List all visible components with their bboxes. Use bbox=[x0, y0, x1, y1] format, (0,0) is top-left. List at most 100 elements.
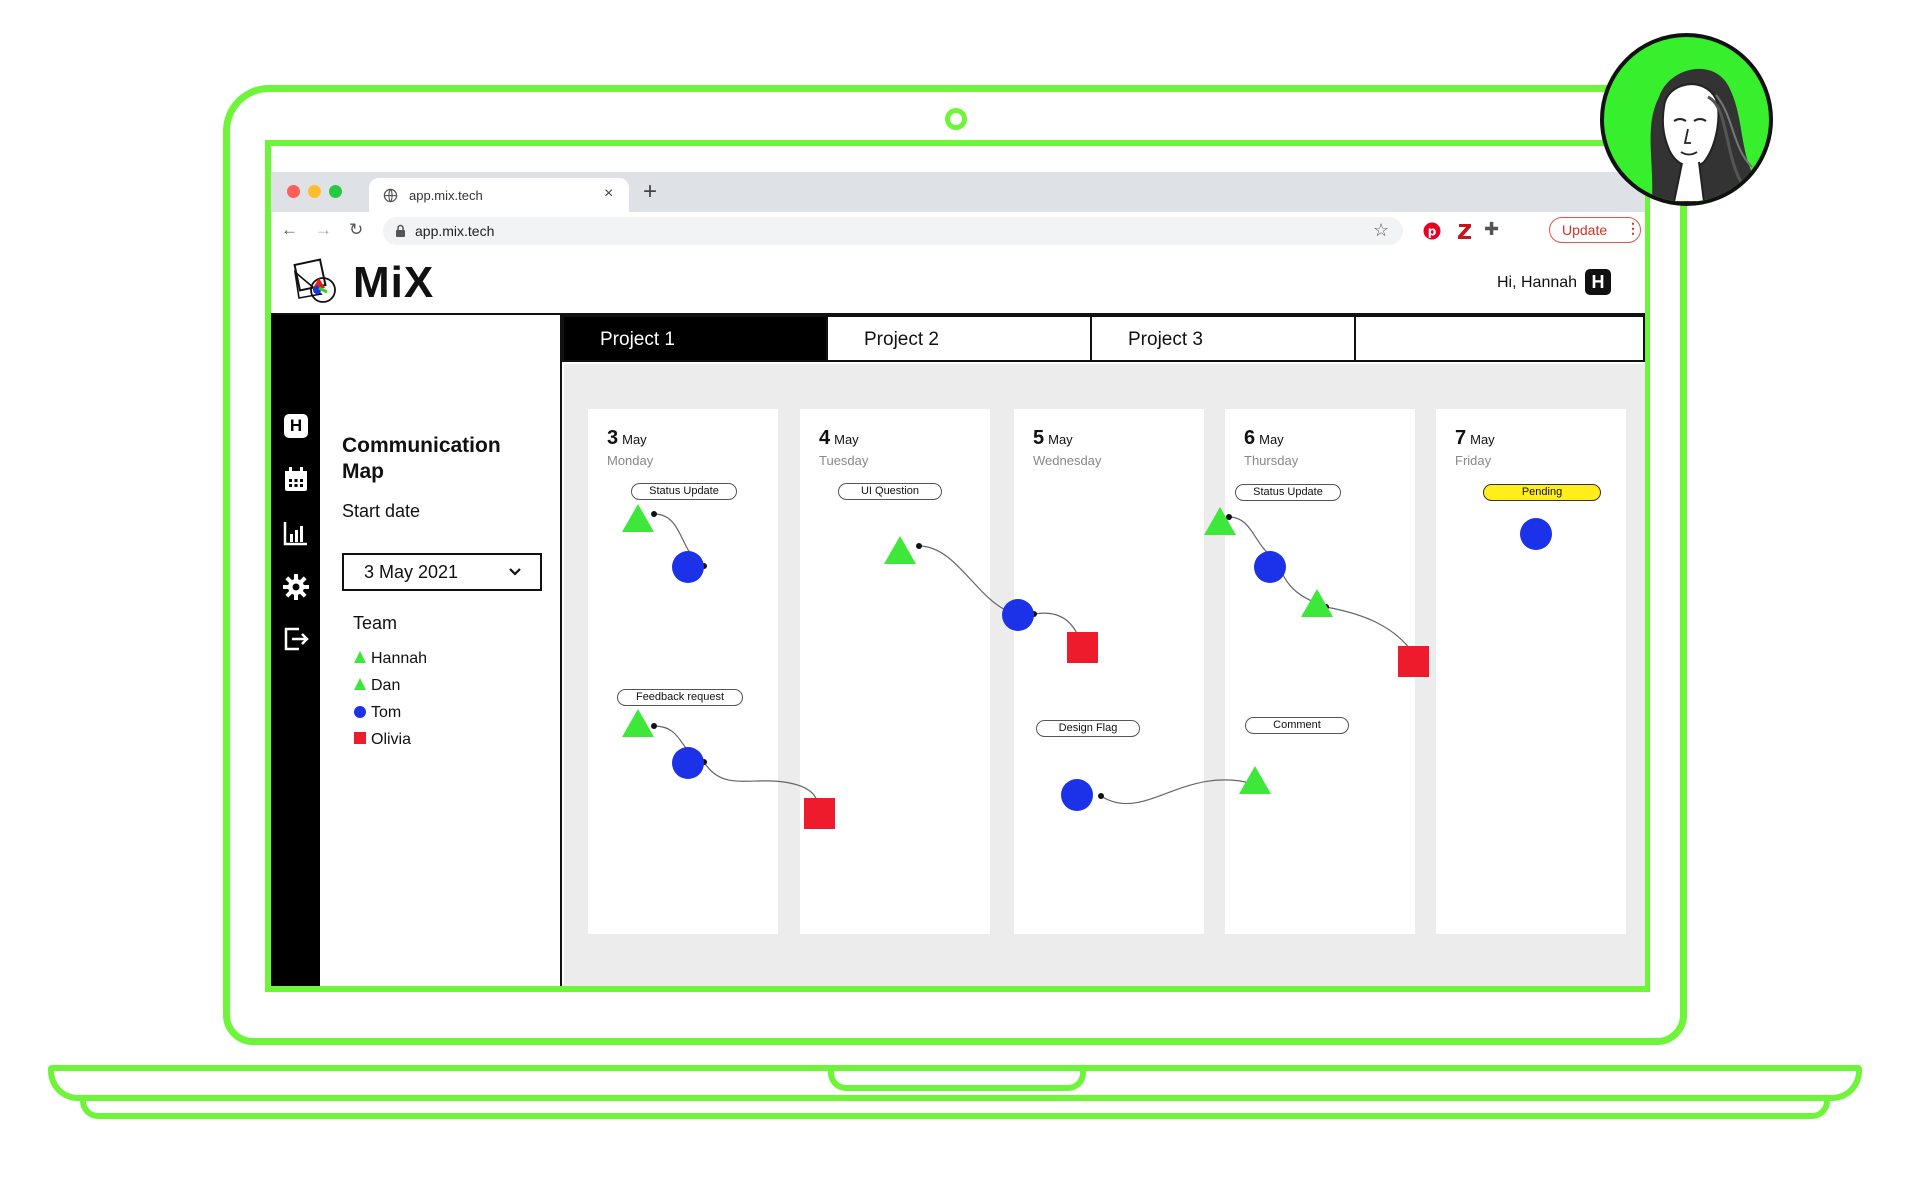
olivia-square-marker[interactable] bbox=[1067, 632, 1098, 663]
sidebar-rail: H bbox=[271, 315, 320, 986]
bookmark-star-icon[interactable]: ☆ bbox=[1373, 220, 1389, 241]
day-name: Tuesday bbox=[819, 453, 869, 468]
home-initial: H bbox=[284, 414, 308, 438]
triangle-marker-icon bbox=[354, 651, 366, 663]
mix-logo-icon[interactable] bbox=[291, 258, 343, 306]
hannah-triangle-marker[interactable] bbox=[1301, 589, 1333, 617]
tom-circle-marker[interactable] bbox=[1254, 551, 1286, 583]
home-icon[interactable]: H bbox=[281, 411, 311, 441]
day-number: 7 bbox=[1455, 427, 1467, 449]
team-member-name: Olivia bbox=[371, 731, 412, 748]
address-url: app.mix.tech bbox=[415, 223, 495, 239]
settings-gear-icon[interactable] bbox=[281, 572, 311, 602]
communication-board: 3 May Monday 4 May Tuesday 5 May Wednesday … bbox=[564, 364, 1645, 986]
address-bar[interactable]: app.mix.tech ☆ bbox=[383, 217, 1403, 245]
logout-icon[interactable] bbox=[281, 624, 311, 654]
reload-icon[interactable]: ↻ bbox=[349, 220, 363, 240]
team-heading: Team bbox=[353, 613, 398, 633]
dan-triangle-marker[interactable] bbox=[1204, 507, 1236, 535]
chart-icon[interactable] bbox=[281, 518, 311, 548]
thread-label-status-update[interactable]: Status Update bbox=[631, 483, 737, 500]
tom-circle-marker[interactable] bbox=[672, 747, 704, 779]
tab-project-1[interactable]: Project 1 bbox=[562, 315, 828, 362]
back-arrow-icon[interactable]: ← bbox=[281, 220, 298, 240]
thread-label-feedback-request[interactable]: Feedback request bbox=[617, 689, 743, 706]
thread-label-ui-question[interactable]: UI Question bbox=[838, 483, 942, 500]
tab-project-2[interactable]: Project 2 bbox=[826, 315, 1092, 362]
thread-label-comment[interactable]: Comment bbox=[1245, 717, 1349, 734]
tom-circle-marker[interactable] bbox=[1061, 779, 1093, 811]
tom-circle-marker[interactable] bbox=[1002, 599, 1034, 631]
day-date: 4 May bbox=[819, 427, 859, 450]
day-month: May bbox=[1470, 432, 1495, 447]
more-menu-icon: ⋮ bbox=[1626, 220, 1640, 236]
calendar-icon[interactable] bbox=[281, 465, 311, 495]
day-date: 3 May bbox=[607, 427, 647, 450]
browser-update-button[interactable]: Update ⋮ bbox=[1549, 217, 1641, 243]
tab-close-icon[interactable]: × bbox=[604, 185, 613, 203]
day-number: 5 bbox=[1033, 427, 1045, 449]
zotero-extension-icon[interactable] bbox=[1457, 222, 1473, 240]
day-name: Friday bbox=[1455, 453, 1492, 468]
laptop-notch bbox=[828, 1065, 1086, 1091]
browser-window: app.mix.tech × + ← → ↻ app.mix.tech ☆ p … bbox=[271, 172, 1645, 986]
app-header: MiX Hi, Hannah H bbox=[271, 250, 1645, 315]
day-number: 3 bbox=[607, 427, 619, 449]
team-member-name: Hannah bbox=[371, 650, 428, 667]
day-column-wednesday: 5 May Wednesday bbox=[1014, 409, 1204, 934]
day-name: Wednesday bbox=[1033, 453, 1102, 468]
tab-empty[interactable] bbox=[1354, 315, 1645, 362]
panel-title: Communication Map bbox=[342, 434, 501, 483]
day-month: May bbox=[834, 432, 859, 447]
team-member-name: Tom bbox=[371, 704, 402, 721]
circle-marker-icon bbox=[354, 706, 366, 718]
tab-label: Project 1 bbox=[600, 329, 675, 350]
dan-triangle-marker[interactable] bbox=[1239, 766, 1271, 794]
square-marker-icon bbox=[354, 732, 366, 744]
globe-icon bbox=[383, 188, 398, 203]
svg-text:p: p bbox=[1428, 225, 1437, 239]
pinterest-icon[interactable]: p bbox=[1423, 222, 1441, 240]
tab-project-3[interactable]: Project 3 bbox=[1090, 315, 1356, 362]
start-date-label: Start date bbox=[342, 501, 421, 521]
day-name: Thursday bbox=[1244, 453, 1299, 468]
tom-circle-marker[interactable] bbox=[1520, 518, 1552, 550]
day-date: 7 May bbox=[1455, 427, 1495, 450]
new-tab-button[interactable]: + bbox=[643, 178, 657, 206]
window-close-dot[interactable] bbox=[287, 185, 300, 198]
browser-tab[interactable]: app.mix.tech × bbox=[369, 178, 629, 212]
window-maximize-dot[interactable] bbox=[329, 185, 342, 198]
tom-circle-marker[interactable] bbox=[672, 551, 704, 583]
olivia-square-marker[interactable] bbox=[804, 798, 835, 829]
day-date: 6 May bbox=[1244, 427, 1284, 450]
start-date-select[interactable]: 3 May 2021 bbox=[342, 553, 542, 591]
day-date: 5 May bbox=[1033, 427, 1073, 450]
day-name: Monday bbox=[607, 453, 654, 468]
olivia-square-marker[interactable] bbox=[1398, 646, 1429, 677]
browser-tab-title: app.mix.tech bbox=[409, 188, 483, 203]
user-avatar-badge[interactable]: H bbox=[1585, 269, 1611, 295]
laptop-bottom bbox=[80, 1101, 1830, 1119]
update-label: Update bbox=[1562, 222, 1608, 238]
team-member-name: Dan bbox=[371, 677, 401, 694]
start-date-value: 3 May 2021 bbox=[364, 562, 459, 582]
day-month: May bbox=[1048, 432, 1073, 447]
dan-triangle-marker[interactable] bbox=[622, 709, 654, 737]
browser-toolbar: ← → ↻ app.mix.tech ☆ p ✚ Update ⋮ bbox=[271, 212, 1645, 251]
browser-tabstrip: app.mix.tech × + bbox=[271, 172, 1645, 212]
day-month: May bbox=[1259, 432, 1284, 447]
forward-arrow-icon[interactable]: → bbox=[315, 220, 332, 240]
tab-label: Project 2 bbox=[864, 329, 939, 350]
thread-label-design-flag[interactable]: Design Flag bbox=[1036, 720, 1140, 737]
thread-label-status-update-2[interactable]: Status Update bbox=[1235, 484, 1341, 501]
triangle-marker-icon bbox=[354, 678, 366, 690]
lock-icon bbox=[396, 224, 405, 237]
user-greeting: Hi, Hannah bbox=[1497, 274, 1578, 291]
portrait-sketch-icon bbox=[1650, 69, 1764, 202]
extensions-puzzle-icon[interactable]: ✚ bbox=[1484, 219, 1499, 240]
window-minimize-dot[interactable] bbox=[308, 185, 321, 198]
hannah-triangle-marker[interactable] bbox=[622, 504, 654, 532]
thread-label-pending[interactable]: Pending bbox=[1483, 484, 1601, 501]
hannah-triangle-marker[interactable] bbox=[884, 536, 916, 564]
day-number: 4 bbox=[819, 427, 831, 449]
